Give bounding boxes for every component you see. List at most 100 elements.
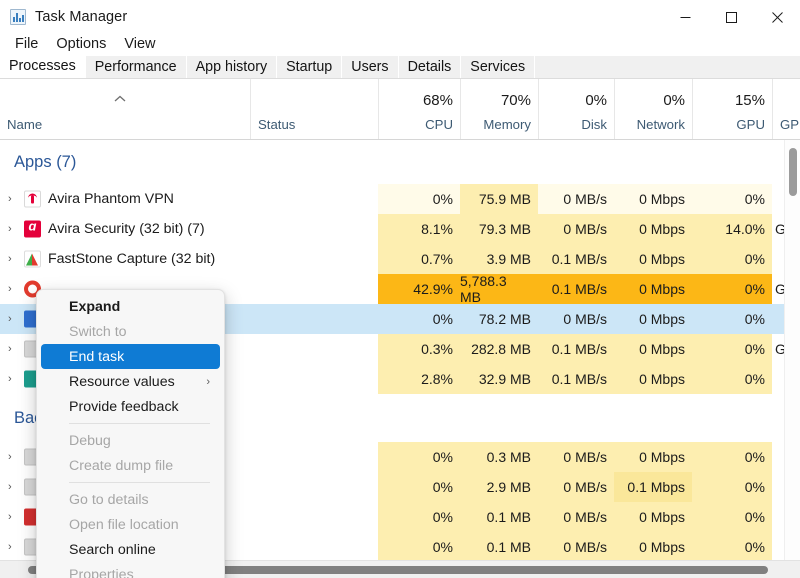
process-name: Avira Phantom VPN [48, 191, 174, 207]
context-menu-item-create-dump-file: Create dump file [41, 453, 220, 478]
process-row[interactable]: ›FastStone Capture (32 bit)0.7%3.9 MB0.1… [0, 244, 800, 274]
group-row-metric-tint-memory [460, 140, 538, 184]
context-menu-item-expand[interactable]: Expand [41, 294, 220, 319]
expand-chevron-icon[interactable]: › [8, 451, 18, 463]
tab-app-history[interactable]: App history [187, 56, 278, 78]
menu-item-view[interactable]: View [115, 34, 164, 54]
column-header-percent-network: 0% [663, 92, 685, 109]
process-network-value: 0 Mbps [614, 304, 692, 334]
process-gpu-value: 0% [692, 532, 772, 560]
process-disk-value: 0 MB/s [538, 502, 614, 532]
tab-details[interactable]: Details [399, 56, 462, 78]
column-header-disk[interactable]: 0% Disk [538, 79, 614, 139]
process-network-value: 0 Mbps [614, 442, 692, 472]
column-header-label-status: Status [258, 117, 295, 132]
process-icon [24, 251, 41, 268]
expand-chevron-icon[interactable]: › [8, 283, 18, 295]
context-menu-item-label: Go to details [69, 492, 149, 508]
process-memory-value: 79.3 MB [460, 214, 538, 244]
column-header-label-memory: Memory [483, 117, 531, 132]
expand-chevron-icon[interactable]: › [8, 343, 18, 355]
process-network-value: 0 Mbps [614, 214, 692, 244]
column-header-label-disk: Disk [581, 117, 607, 132]
menu-item-file[interactable]: File [6, 34, 47, 54]
group-row-metric-tint-network [614, 140, 692, 184]
process-disk-value: 0.1 MB/s [538, 274, 614, 304]
context-menu-item-end-task[interactable]: End task [41, 344, 220, 369]
expand-chevron-icon[interactable]: › [8, 193, 18, 205]
process-cpu-value: 0.7% [378, 244, 460, 274]
group-row-metric-tint-memory [460, 394, 538, 442]
context-menu-item-provide-feedback[interactable]: Provide feedback [41, 394, 220, 419]
column-header-label-network: Network [637, 117, 685, 132]
context-menu-separator [69, 423, 210, 424]
process-group-header: Apps (7) [0, 140, 800, 184]
task-manager-window: Task Manager FileOptionsView ProcessesPe… [0, 0, 800, 578]
expand-chevron-icon[interactable]: › [8, 253, 18, 265]
column-header-percent-disk: 0% [585, 92, 607, 109]
context-menu-item-label: Switch to [69, 324, 127, 340]
context-menu-item-label: Open file location [69, 517, 179, 533]
column-header-status[interactable]: Status [250, 79, 378, 139]
column-header-row: Name Status 68%CPU 70% Memory 0% Disk 0% Network… [0, 79, 800, 140]
tab-services[interactable]: Services [461, 56, 535, 78]
tab-users[interactable]: Users [342, 56, 398, 78]
context-menu-item-open-file-location: Open file location [41, 512, 220, 537]
context-menu-item-label: End task [69, 349, 124, 365]
vertical-scrollbar-thumb[interactable] [789, 148, 797, 196]
expand-chevron-icon[interactable]: › [8, 313, 18, 325]
column-header-label-gpuengine: GPU [780, 117, 800, 132]
context-menu-item-search-online[interactable]: Search online [41, 537, 220, 562]
window-title: Task Manager [35, 9, 127, 25]
window-controls [662, 0, 800, 34]
column-header-gpuengine[interactable]: GPU [772, 79, 800, 139]
process-gpu-value: 0% [692, 244, 772, 274]
context-menu-item-label: Resource values [69, 374, 175, 390]
process-memory-value: 78.2 MB [460, 304, 538, 334]
process-cpu-value: 8.1% [378, 214, 460, 244]
process-gpu-value: 0% [692, 442, 772, 472]
process-memory-value: 0.3 MB [460, 442, 538, 472]
process-network-value: 0 Mbps [614, 274, 692, 304]
context-menu-item-properties: Properties [41, 562, 220, 578]
expand-chevron-icon[interactable]: › [8, 223, 18, 235]
column-header-percent-memory: 70% [501, 92, 531, 109]
vertical-scrollbar[interactable] [784, 140, 800, 560]
column-header-cpu[interactable]: 68%CPU [378, 79, 460, 139]
process-memory-value: 282.8 MB [460, 334, 538, 364]
tab-performance[interactable]: Performance [86, 56, 187, 78]
expand-chevron-icon[interactable]: › [8, 373, 18, 385]
expand-chevron-icon[interactable]: › [8, 481, 18, 493]
process-cpu-value: 0% [378, 304, 460, 334]
process-memory-value: 2.9 MB [460, 472, 538, 502]
close-button[interactable] [754, 0, 800, 34]
tab-strip: ProcessesPerformanceApp historyStartupUs… [0, 56, 800, 79]
process-row[interactable]: ›Avira Phantom VPN0%75.9 MB0 MB/s0 Mbps0… [0, 184, 800, 214]
maximize-button[interactable] [708, 0, 754, 34]
expand-chevron-icon[interactable]: › [8, 511, 18, 523]
column-header-name[interactable]: Name [0, 79, 250, 139]
column-header-network[interactable]: 0% Network [614, 79, 692, 139]
process-network-value: 0 Mbps [614, 364, 692, 394]
context-menu-separator [69, 482, 210, 483]
process-network-value: 0 Mbps [614, 244, 692, 274]
menu-item-options[interactable]: Options [47, 34, 115, 54]
tab-strip-filler [535, 56, 800, 78]
column-header-gpu[interactable]: 15%GPU [692, 79, 772, 139]
process-memory-value: 0.1 MB [460, 502, 538, 532]
process-network-value: 0 Mbps [614, 502, 692, 532]
sort-ascending-icon [113, 91, 127, 101]
context-menu-item-resource-values[interactable]: Resource values› [41, 369, 220, 394]
expand-chevron-icon[interactable]: › [8, 541, 18, 553]
column-header-memory[interactable]: 70% Memory [460, 79, 538, 139]
process-disk-value: 0 MB/s [538, 532, 614, 560]
context-menu-item-label: Properties [69, 567, 134, 578]
context-menu-item-label: Expand [69, 299, 120, 315]
process-cpu-value: 0% [378, 472, 460, 502]
tab-processes[interactable]: Processes [0, 56, 86, 78]
process-row[interactable]: ›Avira Security (32 bit) (7)8.1%79.3 MB0… [0, 214, 800, 244]
process-cpu-value: 0% [378, 502, 460, 532]
minimize-button[interactable] [662, 0, 708, 34]
tab-startup[interactable]: Startup [277, 56, 342, 78]
process-gpu-value: 0% [692, 184, 772, 214]
